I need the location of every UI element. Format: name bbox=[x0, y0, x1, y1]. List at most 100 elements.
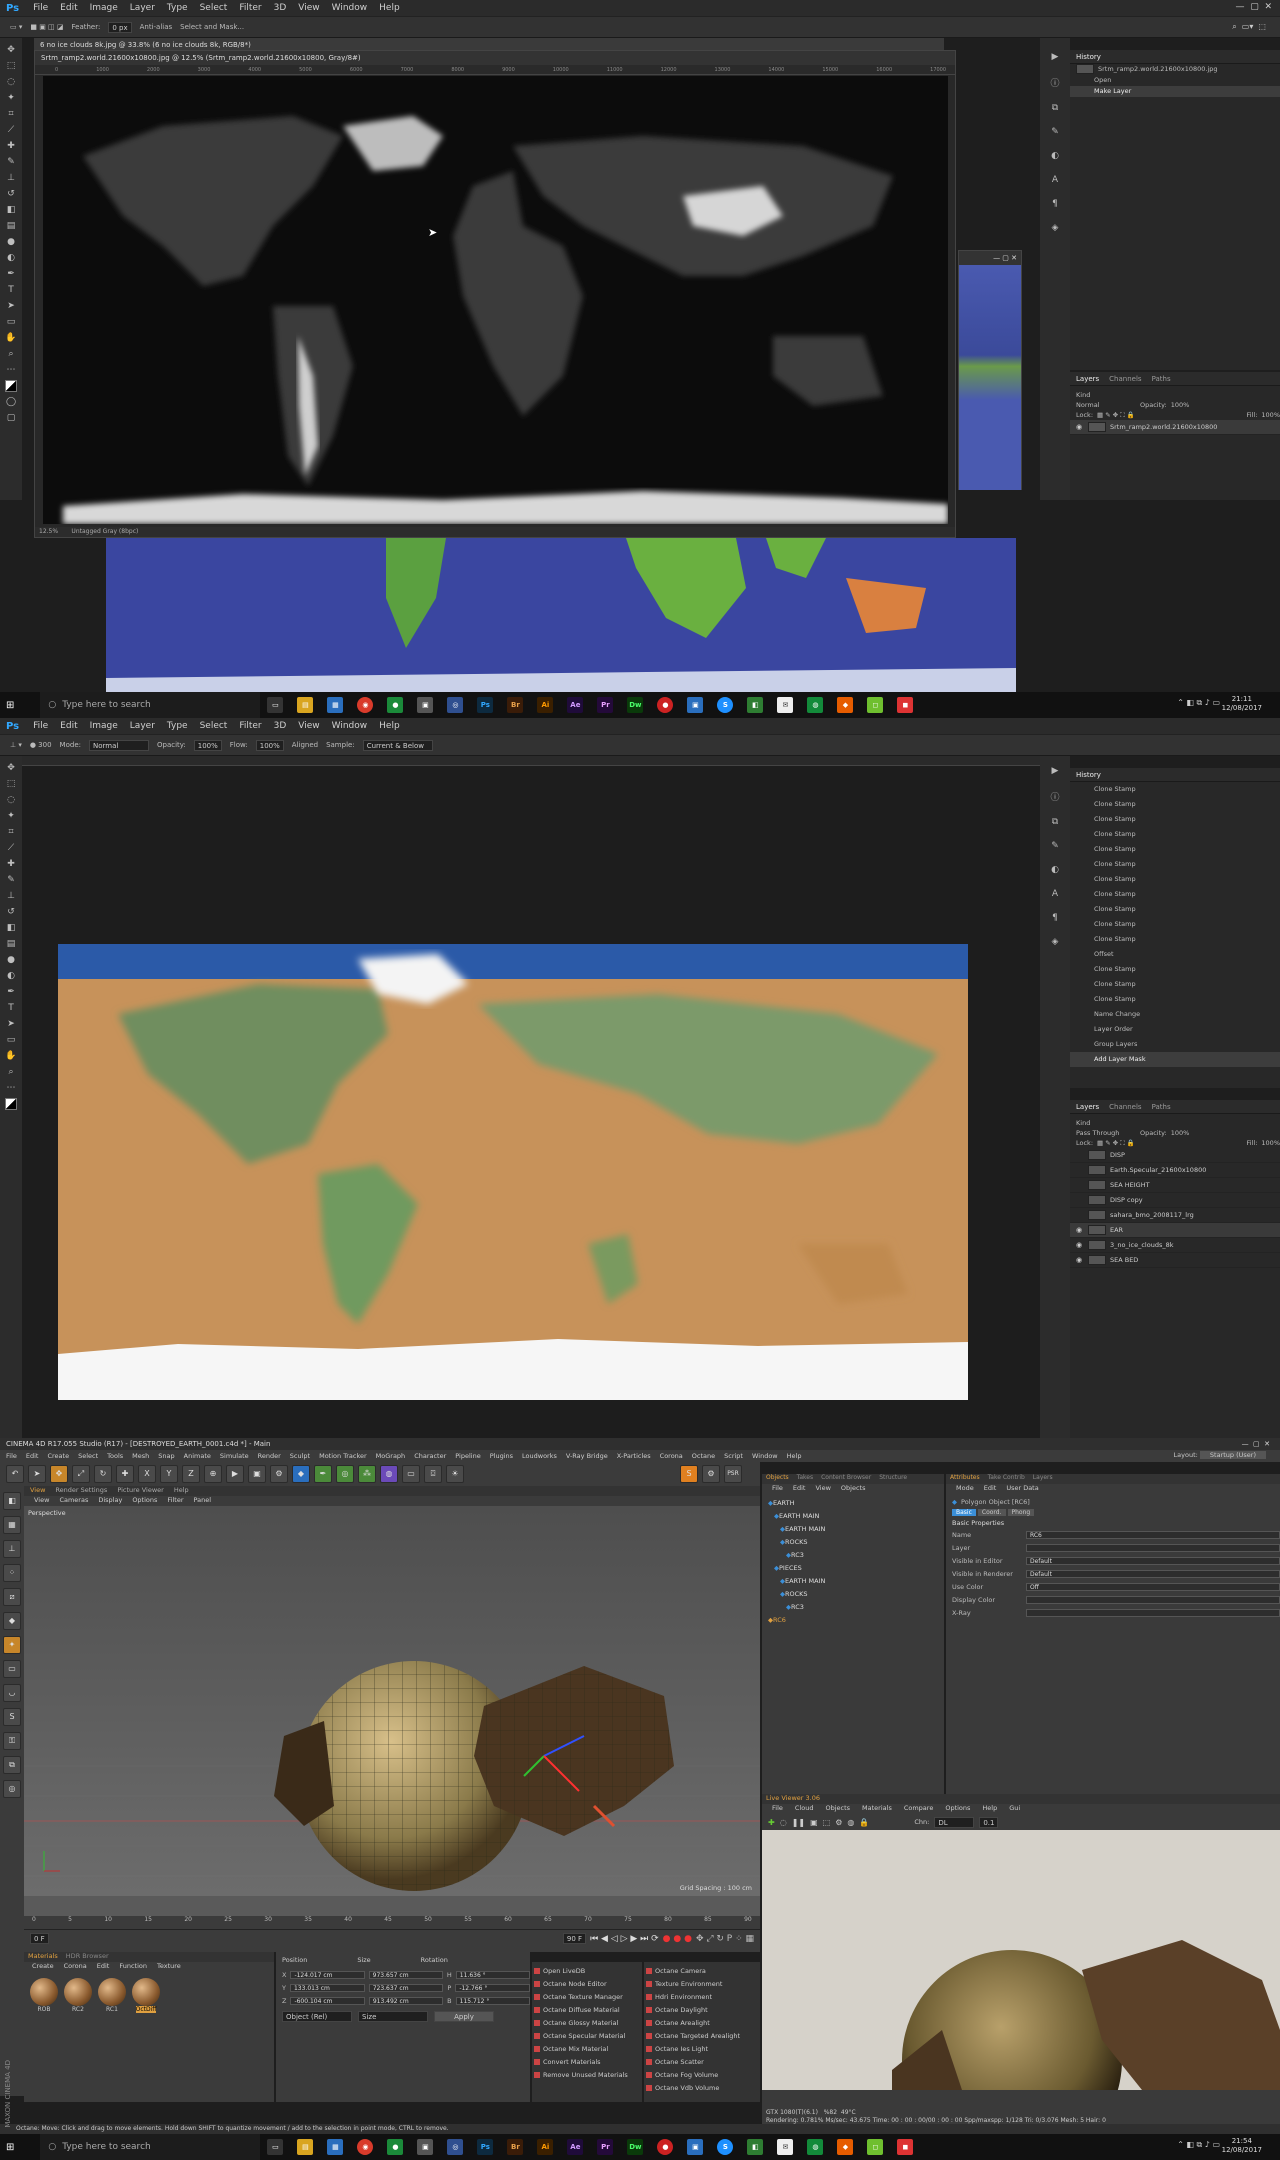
windows-start-icon[interactable]: ⊞ bbox=[6, 700, 14, 711]
grayscale-elevation-canvas[interactable]: ➤ bbox=[43, 76, 948, 524]
pen-spline-icon[interactable]: ✒ bbox=[314, 1465, 332, 1483]
object-row[interactable]: ◆ RC6 bbox=[768, 1613, 938, 1626]
c4d-menu-item[interactable]: Plugins bbox=[490, 1452, 513, 1460]
layer-row[interactable]: ◉ 3_no_ice_clouds_8k bbox=[1070, 1238, 1280, 1253]
help-tab[interactable]: Help bbox=[174, 1486, 189, 1496]
menu-3d[interactable]: 3D bbox=[274, 721, 287, 731]
octane-menu-item[interactable]: Hdri Environment bbox=[646, 1990, 758, 2003]
material-swatch[interactable]: ROB bbox=[30, 1978, 58, 2013]
healing-brush-icon[interactable]: ✚ bbox=[5, 858, 17, 870]
menu-3d[interactable]: 3D bbox=[274, 3, 287, 13]
clock-2[interactable]: 21:54 12/08/2017 bbox=[1222, 2137, 1262, 2155]
path-select-icon[interactable]: ➤ bbox=[5, 300, 17, 312]
frame-start-field[interactable]: 0 F bbox=[30, 1933, 49, 1944]
object-row[interactable]: ◆ ROCKS bbox=[768, 1535, 938, 1548]
history-item[interactable]: Add Layer Mask bbox=[1070, 1052, 1280, 1067]
brush-tool-icon[interactable]: ✎ bbox=[5, 156, 17, 168]
color-swatches-icon[interactable] bbox=[5, 1098, 17, 1110]
octane-menu-item[interactable]: Octane Diffuse Material bbox=[534, 2003, 640, 2016]
axis-mode-icon[interactable]: ⊥ bbox=[3, 1540, 21, 1558]
octane-menu-item[interactable]: Octane Node Editor bbox=[534, 1977, 640, 1990]
menu-image[interactable]: Image bbox=[90, 721, 118, 731]
object-row[interactable]: ◆ ROCKS bbox=[768, 1587, 938, 1600]
layer-row[interactable]: sahara_bmo_2008117_lrg bbox=[1070, 1208, 1280, 1223]
c4d-menu-item[interactable]: File bbox=[6, 1452, 17, 1460]
history-tab[interactable]: History bbox=[1076, 771, 1101, 779]
c4d-menu-item[interactable]: MoGraph bbox=[376, 1452, 406, 1460]
app-icon[interactable]: ● bbox=[657, 2139, 674, 2155]
live-viewer-menu-item[interactable]: Gui bbox=[1009, 1804, 1020, 1814]
material-swatch[interactable]: RC2 bbox=[64, 1978, 92, 2013]
magic-wand-icon[interactable]: ✦ bbox=[5, 810, 17, 822]
clay-icon[interactable]: ◍ bbox=[847, 1818, 854, 1827]
app-icon[interactable]: ● bbox=[387, 697, 404, 713]
octane-menu-item[interactable]: Octane Ies Light bbox=[646, 2042, 758, 2055]
octane-menu-item[interactable]: Octane Vdb Volume bbox=[646, 2081, 758, 2094]
workplane-icon[interactable]: ▭ bbox=[3, 1660, 21, 1678]
fill-input[interactable]: 100% bbox=[1261, 411, 1280, 419]
viewport-menu-filter[interactable]: Filter bbox=[167, 1496, 183, 1506]
eyedropper-icon[interactable]: ⟋ bbox=[5, 842, 17, 854]
materials-menu-function[interactable]: Function bbox=[119, 1962, 147, 1972]
materials-menu-corona[interactable]: Corona bbox=[64, 1962, 87, 1972]
kind-filter[interactable]: Kind bbox=[1076, 1119, 1090, 1127]
color-swatches-icon[interactable] bbox=[5, 380, 17, 392]
cube-icon[interactable]: ◆ bbox=[292, 1465, 310, 1483]
clock-1[interactable]: 21:11 12/08/2017 bbox=[1222, 695, 1262, 713]
history-item[interactable]: Clone Stamp bbox=[1070, 797, 1280, 812]
layout-icon[interactable]: ⧉ bbox=[3, 1756, 21, 1774]
region-icon[interactable]: ⬚ bbox=[823, 1818, 831, 1827]
plus-icon[interactable]: ✚ bbox=[116, 1465, 134, 1483]
opacity-input[interactable]: 100% bbox=[1171, 1129, 1190, 1137]
menu-view[interactable]: View bbox=[298, 721, 319, 731]
app-icon[interactable]: ▣ bbox=[687, 2139, 704, 2155]
viewport-menu-view[interactable]: View bbox=[34, 1496, 49, 1506]
history-item[interactable]: Clone Stamp bbox=[1070, 977, 1280, 992]
history-item[interactable]: Open bbox=[1070, 75, 1280, 86]
live-viewer-menu-item[interactable]: Objects bbox=[825, 1804, 850, 1814]
adjust-icon[interactable]: ◐ bbox=[1051, 865, 1059, 875]
history-item[interactable]: Clone Stamp bbox=[1070, 992, 1280, 1007]
layer-row[interactable]: DISP copy bbox=[1070, 1193, 1280, 1208]
task-view-icon[interactable]: ▭ bbox=[267, 697, 284, 713]
bridge-icon[interactable]: Br bbox=[507, 697, 524, 713]
restart-icon[interactable]: ◌ bbox=[780, 1818, 787, 1827]
rotation-field[interactable]: 115.712 ° bbox=[455, 1996, 530, 2005]
menu-edit[interactable]: Edit bbox=[60, 3, 77, 13]
dreamweaver-icon[interactable]: Dw bbox=[627, 2139, 644, 2155]
lock-icons[interactable]: ▦ ✎ ✥ ⛶ 🔒 bbox=[1097, 411, 1135, 420]
playback-buttons-icon[interactable]: ⏮ ◀ ◁ ▷ ▶ ⏭ ⟳ bbox=[590, 1934, 659, 1944]
render-preview[interactable] bbox=[762, 1830, 1280, 2090]
history-item[interactable]: Clone Stamp bbox=[1070, 857, 1280, 872]
store-icon[interactable]: ▦ bbox=[327, 2139, 344, 2155]
channels-tab[interactable]: Channels bbox=[1109, 1103, 1141, 1111]
materials-tab[interactable]: Materials bbox=[28, 1952, 58, 1962]
c4d-menu-item[interactable]: Loudworks bbox=[522, 1452, 557, 1460]
timeline-ruler[interactable]: 0 5 10 15 20 25 30 35 40 45 50 55 60 65 70 75 80 85 90 bbox=[24, 1916, 760, 1930]
menu-layer[interactable]: Layer bbox=[130, 3, 155, 13]
menu-image[interactable]: Image bbox=[90, 3, 118, 13]
history-item[interactable]: Clone Stamp bbox=[1070, 962, 1280, 977]
object-row[interactable]: ◆ PIECES bbox=[768, 1561, 938, 1574]
octane-menu-item[interactable]: Convert Materials bbox=[534, 2055, 640, 2068]
type-tool-icon[interactable]: T bbox=[5, 1002, 17, 1014]
picture-viewer-tab[interactable]: Picture Viewer bbox=[117, 1486, 164, 1496]
octane-menu-item[interactable]: Octane Glossy Material bbox=[534, 2016, 640, 2029]
c4d-menu-item[interactable]: Tools bbox=[107, 1452, 123, 1460]
polygons-mode-icon[interactable]: ◆ bbox=[3, 1612, 21, 1630]
texture-mode-icon[interactable]: ▦ bbox=[3, 1516, 21, 1534]
skype-icon[interactable]: S bbox=[717, 697, 734, 713]
antialias-checkbox[interactable]: Anti-alias bbox=[140, 23, 173, 31]
menu-type[interactable]: Type bbox=[167, 3, 188, 13]
clone-stamp-icon[interactable]: ⊥ bbox=[5, 890, 17, 902]
record-keys-icon[interactable]: ● ● ● bbox=[663, 1934, 692, 1944]
c4d-menu-item[interactable]: Snap bbox=[158, 1452, 174, 1460]
size-field[interactable]: 723.637 cm bbox=[368, 1983, 444, 1992]
c4d-icon[interactable]: ◎ bbox=[447, 2139, 464, 2155]
taskbar-search[interactable]: ○ Type here to search bbox=[40, 692, 261, 718]
objects-tab[interactable]: Objects bbox=[766, 1474, 789, 1484]
skype-icon[interactable]: S bbox=[717, 2139, 734, 2155]
octane-menu-item[interactable]: Octane Fog Volume bbox=[646, 2068, 758, 2081]
task-view-icon[interactable]: ▭ bbox=[267, 2139, 284, 2155]
structure-tab[interactable]: Structure bbox=[879, 1474, 907, 1484]
